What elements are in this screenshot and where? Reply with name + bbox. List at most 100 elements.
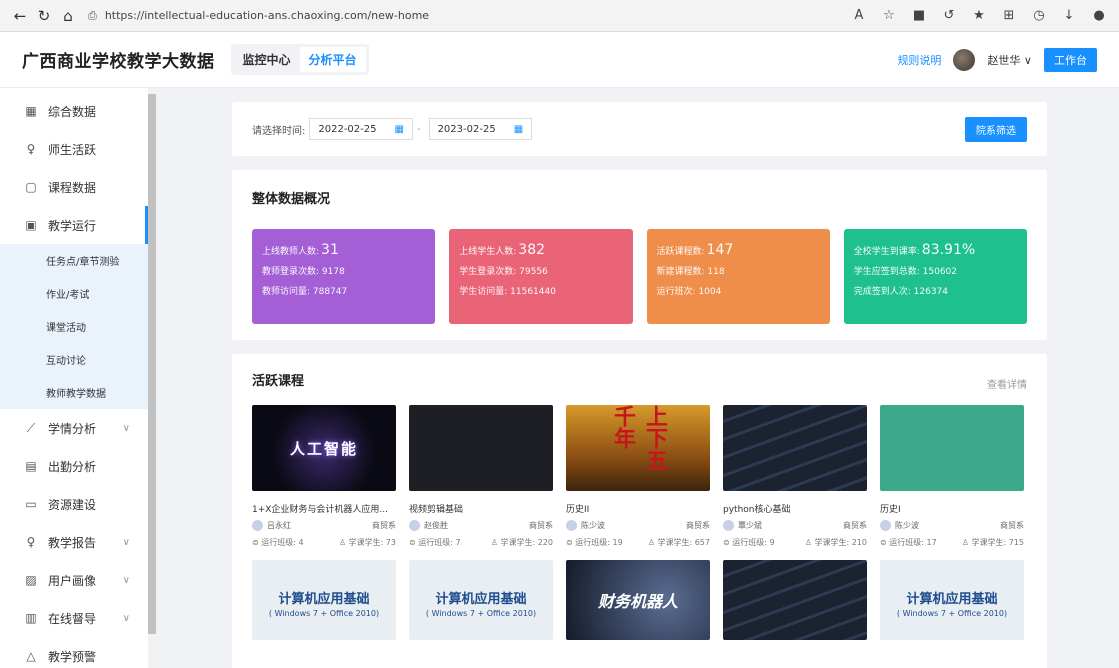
- read-aloud-icon[interactable]: A: [847, 8, 871, 23]
- sidebar-item-teaching-run[interactable]: ▣ 教学运行: [0, 206, 156, 244]
- stat-value: 83.91%: [921, 242, 976, 258]
- rules-link[interactable]: 规则说明: [897, 52, 941, 68]
- sidebar-item-label: 教学报告: [48, 535, 97, 550]
- course-card[interactable]: 视频剪辑基础 赵俊胜 商贸系 ⊜ 运行班级: 7 ♙ 学课学生: 220: [409, 405, 553, 548]
- sidebar-item-reports[interactable]: ♀ 教学报告 ∨: [0, 523, 156, 561]
- stat-line: 教师登录次数: 9178: [262, 267, 345, 277]
- course-card[interactable]: 计算机应用基础 ( Windows 7 + Office 2010): [880, 560, 1024, 640]
- sidebar-scrollbar[interactable]: [148, 88, 156, 668]
- date-filter-label: 请选择时间:: [252, 125, 306, 137]
- course-name[interactable]: 历史I: [880, 502, 1024, 515]
- stat-line: 运行班次: 1004: [656, 287, 722, 297]
- sidebar-item-supervision[interactable]: ▥ 在线督导 ∨: [0, 599, 156, 637]
- thumbnail-text: 计算机应用基础: [278, 592, 370, 607]
- favorite-icon[interactable]: ☆: [877, 8, 901, 23]
- course-card[interactable]: 上下五千年 历史II 陈少波 商贸系 ⊜ 运行班级: 19 ♙ 学课学生: 657: [566, 405, 710, 548]
- workbench-button[interactable]: 工作台: [1044, 47, 1097, 72]
- course-thumbnail[interactable]: 计算机应用基础 ( Windows 7 + Office 2010): [880, 560, 1024, 640]
- course-thumbnail[interactable]: 人工智能: [252, 405, 396, 491]
- sidebar-item-learning-analysis[interactable]: ⟋ 学情分析 ∨: [0, 409, 156, 447]
- stat-label: 活跃课程数:: [656, 247, 705, 257]
- teacher-name: 陈少波: [581, 521, 605, 530]
- student-count: ♙ 学课学生: 715: [961, 538, 1024, 547]
- sidebar-item-user-portrait[interactable]: ▨ 用户画像 ∨: [0, 561, 156, 599]
- sidebar-item-label: 综合数据: [48, 104, 97, 119]
- stat-card: 上线教师人数: 31 教师登录次数: 9178 教师访问量: 788747: [252, 229, 436, 324]
- course-thumbnail[interactable]: 计算机应用基础 ( Windows 7 + Office 2010): [252, 560, 396, 640]
- course-thumbnail[interactable]: [409, 405, 553, 491]
- course-thumbnail[interactable]: [880, 405, 1024, 491]
- sidebar-item-warning[interactable]: △ 教学预警: [0, 637, 156, 668]
- tab-monitor-center[interactable]: 监控中心: [234, 47, 300, 72]
- teacher-avatar: [880, 520, 891, 531]
- student-count: ♙ 学课学生: 220: [490, 538, 553, 547]
- profile-icon[interactable]: ●: [1087, 8, 1111, 23]
- reload-icon[interactable]: ↻: [32, 4, 56, 28]
- home-icon[interactable]: ⌂: [56, 4, 80, 28]
- course-thumbnail[interactable]: [723, 560, 867, 640]
- browser-toolbar: ← ↻ ⌂ ⎙ https://intellectual-education-a…: [0, 0, 1119, 32]
- page-info-icon[interactable]: ⎙: [88, 9, 97, 23]
- sidebar: ▦ 综合数据 ♀ 师生活跃 ▢ 课程数据 ▣ 教学运行 任务点/章节测验 作业/…: [0, 88, 156, 668]
- department: 商贸系: [529, 521, 553, 530]
- course-thumbnail[interactable]: 财务机器人: [566, 560, 710, 640]
- sidebar-item-course-data[interactable]: ▢ 课程数据: [0, 168, 156, 206]
- department-filter-button[interactable]: 院系筛选: [965, 116, 1027, 142]
- teacher-name: 吕永红: [267, 521, 291, 530]
- tab-analysis-platform[interactable]: 分析平台: [299, 47, 366, 72]
- sidebar-item-label: 在线督导: [48, 611, 97, 626]
- chevron-down-icon: ∨: [122, 422, 130, 434]
- class-count: ⊜ 运行班级: 4: [252, 538, 304, 547]
- course-card[interactable]: [723, 560, 867, 640]
- extension-icon[interactable]: ■: [907, 8, 931, 23]
- monitor-icon: ▣: [25, 218, 37, 232]
- course-name[interactable]: python核心基础: [723, 502, 867, 515]
- start-date-picker[interactable]: 2022-02-25 ▦: [309, 118, 413, 140]
- course-card[interactable]: 计算机应用基础 ( Windows 7 + Office 2010): [252, 560, 396, 640]
- course-thumbnail[interactable]: 上下五千年: [566, 405, 710, 491]
- stat-line: 新建课程数: 118: [656, 267, 725, 277]
- refresh-icon[interactable]: ↺: [937, 8, 961, 23]
- thumbnail-subtext: ( Windows 7 + Office 2010): [425, 609, 537, 618]
- thumbnail-subtext: ( Windows 7 + Office 2010): [268, 609, 380, 618]
- course-card[interactable]: python核心基础 覃少斌 商贸系 ⊜ 运行班级: 9 ♙ 学课学生: 210: [723, 405, 867, 548]
- avatar[interactable]: [953, 48, 976, 71]
- course-thumbnail[interactable]: 计算机应用基础 ( Windows 7 + Office 2010): [409, 560, 553, 640]
- favorites-bar-icon[interactable]: ★: [967, 8, 991, 23]
- course-thumbnail[interactable]: [723, 405, 867, 491]
- course-name[interactable]: 1+X企业财务与会计机器人应用...: [252, 502, 396, 515]
- address-bar[interactable]: ⎙ https://intellectual-education-ans.cha…: [88, 4, 847, 28]
- user-menu[interactable]: 赵世华 ∨: [987, 52, 1032, 68]
- department: 商贸系: [843, 521, 867, 530]
- back-icon[interactable]: ←: [8, 4, 32, 28]
- sidebar-subitem-homework[interactable]: 作业/考试: [0, 277, 156, 310]
- stat-value: 382: [518, 242, 546, 258]
- sidebar-item-overview[interactable]: ▦ 综合数据: [0, 92, 156, 130]
- course-card[interactable]: 财务机器人: [566, 560, 710, 640]
- download-icon[interactable]: ↓: [1057, 8, 1081, 23]
- course-card[interactable]: 人工智能 1+X企业财务与会计机器人应用... 吕永红 商贸系 ⊜ 运行班级: 4 ♙ 学…: [252, 405, 396, 548]
- course-card[interactable]: 历史I 陈少波 商贸系 ⊜ 运行班级: 17 ♙ 学课学生: 715: [880, 405, 1024, 548]
- collections-icon[interactable]: ⊞: [997, 8, 1021, 23]
- course-name[interactable]: 历史II: [566, 502, 710, 515]
- sidebar-subitem-teacher-data[interactable]: 教师教学数据: [0, 376, 156, 409]
- sidebar-item-attendance[interactable]: ▤ 出勤分析: [0, 447, 156, 485]
- sidebar-subitem-discussion[interactable]: 互动讨论: [0, 343, 156, 376]
- end-date-picker[interactable]: 2023-02-25 ▦: [428, 118, 533, 140]
- overview-title: 整体数据概况: [252, 192, 331, 207]
- start-date-value: 2022-02-25: [318, 123, 377, 135]
- history-icon[interactable]: ◷: [1027, 8, 1051, 23]
- scrollbar-thumb[interactable]: [148, 94, 156, 634]
- sidebar-item-activity[interactable]: ♀ 师生活跃: [0, 130, 156, 168]
- sidebar-item-label: 课程数据: [48, 180, 97, 195]
- app-header: 广西商业学校教学大数据 监控中心 分析平台 规则说明 赵世华 ∨ 工作台: [0, 32, 1119, 88]
- sidebar-item-label: 学情分析: [48, 421, 97, 436]
- department: 商贸系: [372, 521, 396, 530]
- view-details-link[interactable]: 查看详情: [987, 376, 1027, 391]
- course-name[interactable]: 视频剪辑基础: [409, 502, 553, 515]
- course-card[interactable]: 计算机应用基础 ( Windows 7 + Office 2010): [409, 560, 553, 640]
- sidebar-subitem-tasks[interactable]: 任务点/章节测验: [0, 244, 156, 277]
- sidebar-subitem-class-activity[interactable]: 课堂活动: [0, 310, 156, 343]
- calendar-icon: ▤: [25, 459, 37, 473]
- sidebar-item-resources[interactable]: ▭ 资源建设: [0, 485, 156, 523]
